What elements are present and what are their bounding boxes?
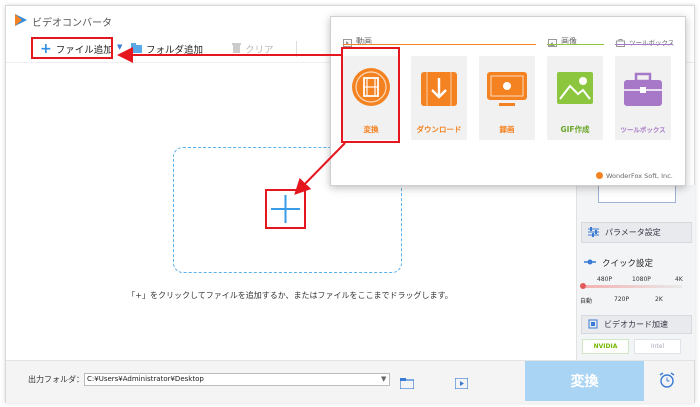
clear-label: クリア	[245, 45, 274, 56]
toolbox-section-icon	[616, 32, 625, 51]
output-folder-label: 出力フォルダ：	[28, 375, 84, 384]
sliders-icon	[588, 226, 599, 239]
tile-download-label: ダウンロード	[416, 125, 462, 134]
quick-settings-heading: クイック設定	[584, 257, 653, 269]
toolbox-icon	[624, 72, 662, 110]
video-section-line	[343, 44, 536, 45]
tile-gif-maker[interactable]: GIF作成	[547, 56, 603, 140]
folder-icon	[131, 42, 142, 56]
convert-button[interactable]: 変換	[525, 361, 644, 401]
output-format-preview[interactable]	[598, 184, 676, 203]
app-title: ビデオコンバータ	[32, 18, 112, 29]
clear-button[interactable]: クリア	[232, 42, 274, 56]
tile-toolbox-label: ツールボックス	[620, 126, 666, 134]
output-video-folder-icon[interactable]	[454, 374, 469, 393]
quality-slider-handle[interactable]	[580, 283, 586, 289]
brand-label: WonderFox Soft, Inc.	[606, 172, 673, 180]
quality-720p-label: 720P	[614, 296, 630, 303]
add-plus-icon[interactable]	[268, 192, 303, 230]
image-section-line	[547, 44, 604, 45]
chip-icon	[588, 319, 598, 331]
trash-icon	[232, 42, 241, 56]
intel-badge[interactable]: Intel	[634, 339, 681, 354]
intel-label: Intel	[650, 343, 665, 350]
app-logo-icon	[14, 12, 28, 31]
quality-auto-label: 自動	[580, 298, 593, 305]
add-file-dropdown-icon[interactable]: ▼	[117, 43, 122, 51]
output-path-dropdown-icon[interactable]: ▼	[381, 375, 386, 383]
open-folder-icon[interactable]	[399, 374, 415, 393]
drop-hint-text: 「+」をクリックしてファイルを追加するか、またはファイルをここまでドラッグします…	[127, 291, 453, 300]
screen-record-icon	[487, 72, 527, 112]
tile-download[interactable]: ダウンロード	[411, 56, 467, 140]
section-video-label: 動画	[356, 37, 372, 46]
output-folder-path-input[interactable]: C:¥Users¥Administrator¥Desktop	[84, 373, 390, 386]
quality-4k-label: 4K	[675, 276, 683, 283]
toolbox-section-line	[615, 44, 673, 45]
wonderfox-logo-icon	[596, 172, 603, 179]
section-toolbox-label: ツールボックス	[629, 38, 675, 47]
quality-2k-label: 2K	[655, 296, 663, 303]
toolbar-divider	[296, 41, 297, 57]
gpu-acceleration-label: ビデオカード加速	[604, 320, 668, 329]
add-folder-button[interactable]: フォルダ追加	[131, 42, 203, 56]
parameter-settings-label: パラメータ設定	[605, 228, 661, 237]
alarm-clock-icon[interactable]	[658, 372, 676, 392]
section-image-label: 画像	[561, 37, 577, 46]
quick-settings-label: クイック設定	[602, 259, 654, 269]
annotation-box-add-file	[31, 37, 113, 59]
brand-footer: WonderFox Soft, Inc.	[596, 172, 673, 180]
gif-image-icon	[557, 72, 593, 108]
parameter-settings-button[interactable]: パラメータ設定	[581, 222, 692, 243]
gpu-acceleration-button[interactable]: ビデオカード加速	[581, 315, 692, 334]
nvidia-badge[interactable]: NVIDIA	[582, 339, 629, 354]
quality-1080p-label: 1080P	[632, 276, 651, 283]
annotation-box-convert	[341, 47, 400, 143]
section-image: 画像	[548, 32, 577, 51]
tile-record[interactable]: 録画	[479, 56, 535, 140]
tile-toolbox[interactable]: ツールボックス	[615, 56, 671, 140]
nvidia-label: NVIDIA	[593, 343, 618, 350]
add-folder-label: フォルダ追加	[146, 45, 204, 56]
quality-slider-track[interactable]	[582, 285, 682, 288]
tile-record-label: 録画	[499, 125, 515, 134]
tile-gif-maker-label: GIF作成	[560, 125, 590, 134]
section-toolbox: ツールボックス	[616, 32, 674, 51]
download-icon	[421, 72, 457, 110]
quality-480p-label: 480P	[597, 276, 613, 283]
image-section-icon	[548, 32, 557, 51]
quick-settings-icon	[584, 258, 596, 268]
